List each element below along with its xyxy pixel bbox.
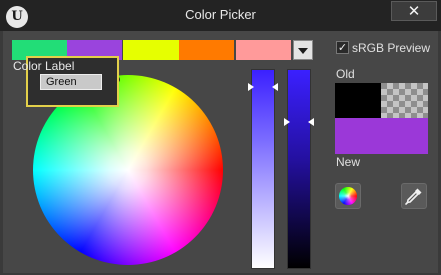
old-color-opaque [335, 83, 381, 118]
old-color-alpha [381, 83, 428, 118]
swatch-dropdown-button[interactable] [293, 40, 313, 60]
window-title: Color Picker [185, 7, 256, 22]
value-handle-left-icon[interactable] [284, 118, 290, 126]
old-color-label: Old [336, 67, 355, 81]
swatch-pink[interactable] [236, 40, 291, 60]
color-label-value: Green [40, 74, 102, 90]
value-slider[interactable] [287, 69, 311, 269]
saturation-handle-right-icon[interactable] [272, 83, 278, 91]
color-wheel-mode-button[interactable] [335, 183, 361, 209]
srgb-preview-label[interactable]: sRGB Preview [352, 41, 430, 55]
close-icon: ✕ [407, 2, 421, 20]
swatch-yellow[interactable] [123, 40, 179, 60]
eyedropper-icon [405, 188, 422, 205]
saturation-handle-left-icon[interactable] [248, 83, 254, 91]
srgb-preview-checkbox[interactable]: ✓ [336, 41, 349, 54]
saturation-slider[interactable] [251, 69, 275, 269]
color-label-title: Color Label [13, 59, 75, 73]
title-bar[interactable]: U Color Picker ✕ [0, 0, 441, 31]
eyedropper-button[interactable] [401, 183, 427, 209]
swatch-orange[interactable] [179, 40, 234, 60]
new-color-label: New [336, 155, 361, 169]
color-wheel-icon [339, 187, 357, 205]
new-color-preview [335, 118, 428, 154]
value-handle-right-icon[interactable] [308, 118, 314, 126]
checkmark-icon: ✓ [337, 41, 348, 54]
color-picker-window: U Color Picker ✕ ✓ sRGB Preview Color La… [0, 0, 441, 275]
close-button[interactable]: ✕ [391, 1, 437, 21]
